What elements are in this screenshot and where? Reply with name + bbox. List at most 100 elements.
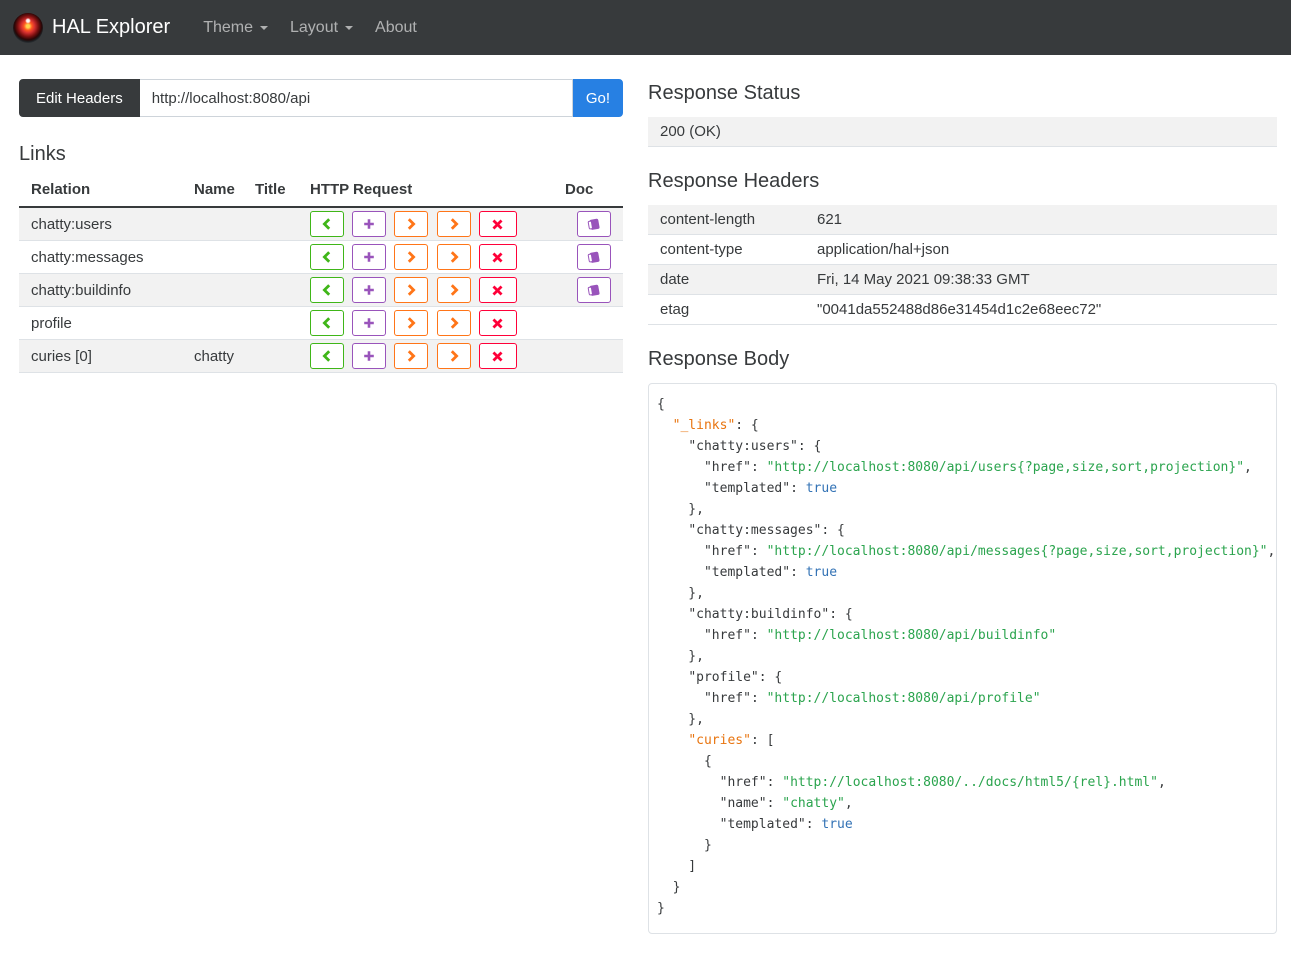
post-request-button[interactable] — [352, 343, 387, 369]
book-icon — [587, 284, 600, 296]
plus-icon — [364, 351, 374, 361]
json-line: } — [657, 838, 712, 853]
edit-headers-button[interactable]: Edit Headers — [19, 79, 140, 117]
x-icon — [492, 350, 503, 362]
chevron-right-icon — [450, 350, 459, 362]
post-request-button[interactable] — [352, 211, 387, 237]
patch-request-button[interactable] — [436, 310, 471, 336]
chevron-left-icon — [322, 317, 331, 329]
get-request-button[interactable] — [310, 277, 344, 303]
links-table-header-row: Relation Name Title HTTP Request Doc — [19, 178, 623, 208]
get-request-button[interactable] — [310, 310, 344, 336]
x-icon — [492, 251, 503, 263]
doc-button[interactable] — [577, 277, 611, 303]
json-line: { — [657, 754, 712, 769]
header-value-cell: application/hal+json — [805, 234, 1277, 265]
main-content: Edit Headers Go! Links Relation Name Tit… — [0, 55, 1291, 954]
navbar: HAL Explorer Theme Layout About — [0, 0, 1291, 55]
name-cell — [182, 240, 243, 274]
delete-request-button[interactable] — [478, 244, 517, 270]
patch-request-button[interactable] — [436, 244, 471, 270]
nav-item-about[interactable]: About — [375, 19, 417, 37]
doc-cell — [553, 306, 623, 340]
nav-item-theme[interactable]: Theme — [203, 19, 268, 37]
delete-request-button[interactable] — [478, 211, 517, 237]
delete-request-button[interactable] — [478, 310, 517, 336]
book-icon — [587, 251, 600, 263]
json-line: }, — [657, 502, 704, 517]
plus-icon — [364, 252, 374, 262]
x-icon — [492, 317, 503, 329]
put-request-button[interactable] — [394, 244, 429, 270]
chevron-right-icon — [450, 284, 459, 296]
put-request-button[interactable] — [394, 211, 429, 237]
doc-button[interactable] — [577, 211, 611, 237]
json-line: "href": "http://localhost:8080/api/build… — [703, 628, 1057, 643]
go-button[interactable]: Go! — [572, 79, 623, 117]
name-cell — [182, 273, 243, 307]
address-bar: Edit Headers Go! — [19, 79, 623, 117]
plus-icon — [364, 219, 374, 229]
post-request-button[interactable] — [352, 244, 387, 270]
chevron-right-icon — [450, 317, 459, 329]
json-line: "href": "http://localhost:8080/api/users… — [703, 460, 1252, 475]
chevron-right-icon — [408, 317, 416, 329]
http-request-cell — [298, 273, 553, 307]
header-value-cell: Fri, 14 May 2021 09:38:33 GMT — [805, 264, 1277, 295]
x-icon — [492, 218, 503, 230]
response-header-row: etag "0041da552488d86e31454d1c2e68eec72" — [648, 294, 1277, 325]
post-request-button[interactable] — [352, 277, 387, 303]
relation-cell: chatty:users — [19, 207, 182, 241]
nav-item-layout[interactable]: Layout — [290, 18, 354, 37]
response-header-row: date Fri, 14 May 2021 09:38:33 GMT — [648, 264, 1277, 295]
json-line: "templated": true — [703, 481, 838, 496]
header-name-cell: date — [648, 264, 805, 295]
doc-cell — [553, 273, 623, 307]
doc-cell — [553, 339, 623, 373]
column-header-http-request: HTTP Request — [298, 178, 553, 208]
response-body-title: Response Body — [648, 348, 790, 370]
delete-request-button[interactable] — [478, 277, 517, 303]
x-icon — [492, 284, 503, 296]
nav-item-layout-label: Layout — [290, 18, 339, 36]
doc-button[interactable] — [577, 244, 611, 270]
header-value-cell: 621 — [805, 205, 1277, 235]
chevron-right-icon — [408, 350, 416, 362]
get-request-button[interactable] — [310, 211, 344, 237]
column-header-name: Name — [182, 178, 243, 208]
response-status-value: 200 (OK) — [648, 117, 1277, 147]
patch-request-button[interactable] — [436, 211, 471, 237]
json-line: "_links": { — [672, 418, 759, 433]
nav-item-about-label: About — [375, 18, 417, 36]
put-request-button[interactable] — [394, 343, 429, 369]
chevron-down-icon — [345, 25, 354, 30]
put-request-button[interactable] — [394, 277, 429, 303]
get-request-button[interactable] — [310, 244, 344, 270]
patch-request-button[interactable] — [436, 343, 471, 369]
json-line: } — [657, 880, 681, 895]
header-name-cell: content-type — [648, 234, 805, 265]
links-table-row: chatty:users — [19, 207, 623, 241]
json-line: "href": "http://localhost:8080/api/profi… — [703, 691, 1041, 706]
response-status-title: Response Status — [648, 82, 801, 104]
url-input[interactable] — [139, 79, 573, 117]
response-status-row: 200 (OK) — [648, 117, 1277, 147]
put-request-button[interactable] — [394, 310, 429, 336]
header-value-cell: "0041da552488d86e31454d1c2e68eec72" — [805, 294, 1277, 325]
column-header-title: Title — [243, 178, 298, 208]
patch-request-button[interactable] — [436, 277, 471, 303]
links-column: Edit Headers Go! Links Relation Name Tit… — [19, 79, 623, 934]
post-request-button[interactable] — [352, 310, 387, 336]
links-table-row: profile — [19, 306, 623, 340]
chevron-left-icon — [322, 284, 331, 296]
chevron-right-icon — [450, 218, 459, 230]
delete-request-button[interactable] — [478, 343, 517, 369]
links-table-row: curies [0] chatty — [19, 339, 623, 373]
get-request-button[interactable] — [310, 343, 344, 369]
brand[interactable]: HAL Explorer — [13, 12, 170, 43]
chevron-right-icon — [408, 251, 416, 263]
links-table: Relation Name Title HTTP Request Doc cha… — [19, 178, 623, 373]
chevron-right-icon — [408, 218, 416, 230]
doc-cell — [553, 207, 623, 241]
header-name-cell: etag — [648, 294, 805, 325]
